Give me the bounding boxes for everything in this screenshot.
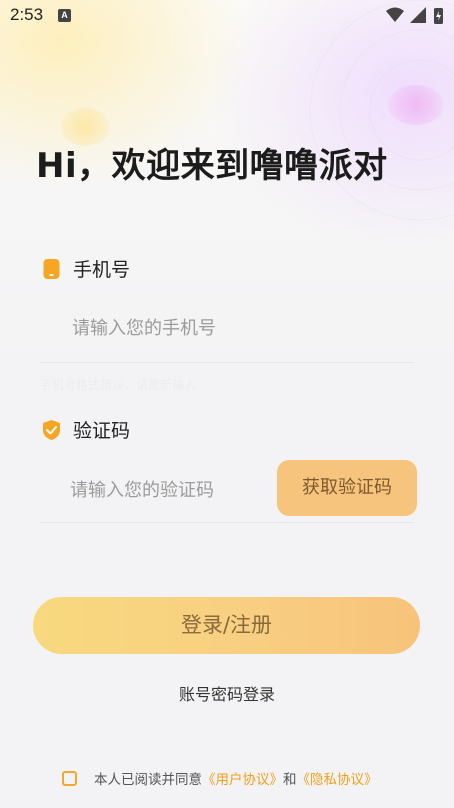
phone-input[interactable] bbox=[70, 312, 414, 344]
get-code-button[interactable]: 获取验证码 bbox=[277, 460, 417, 516]
login-register-button[interactable]: 登录/注册 bbox=[33, 597, 420, 654]
agreement-checkbox[interactable] bbox=[62, 770, 77, 786]
agreement-prefix: 本人已阅读并同意 bbox=[94, 772, 202, 788]
code-input[interactable] bbox=[68, 474, 272, 506]
system-icons bbox=[386, 7, 443, 24]
signal-icon bbox=[410, 7, 426, 23]
shield-check-icon bbox=[43, 419, 60, 440]
code-divider bbox=[40, 522, 414, 523]
welcome-title: Hi，欢迎来到噜噜派对 bbox=[36, 146, 388, 186]
status-bar: 2:53 A bbox=[0, 0, 454, 32]
password-login-link[interactable]: 账号密码登录 bbox=[0, 681, 454, 705]
user-agreement-link[interactable]: 《用户协议》 bbox=[202, 768, 283, 788]
status-time: 2:53 bbox=[10, 5, 44, 24]
agreement-and: 和 bbox=[283, 772, 297, 788]
faint-hint: 手机号格式错误，请重新输入 bbox=[40, 378, 197, 392]
phone-label: 手机号 bbox=[73, 259, 131, 281]
agreement-row: 本人已阅读并同意 《用户协议》 和 《隐私协议》 bbox=[62, 768, 378, 788]
code-label-row: 验证码 bbox=[42, 416, 130, 443]
privacy-policy-link[interactable]: 《隐私协议》 bbox=[297, 768, 378, 788]
code-label: 验证码 bbox=[73, 420, 131, 442]
wifi-icon bbox=[386, 7, 404, 22]
phone-divider bbox=[40, 362, 414, 363]
phone-icon bbox=[43, 258, 60, 279]
phone-label-row: 手机号 bbox=[42, 255, 130, 282]
notification-icon: A bbox=[58, 9, 71, 22]
